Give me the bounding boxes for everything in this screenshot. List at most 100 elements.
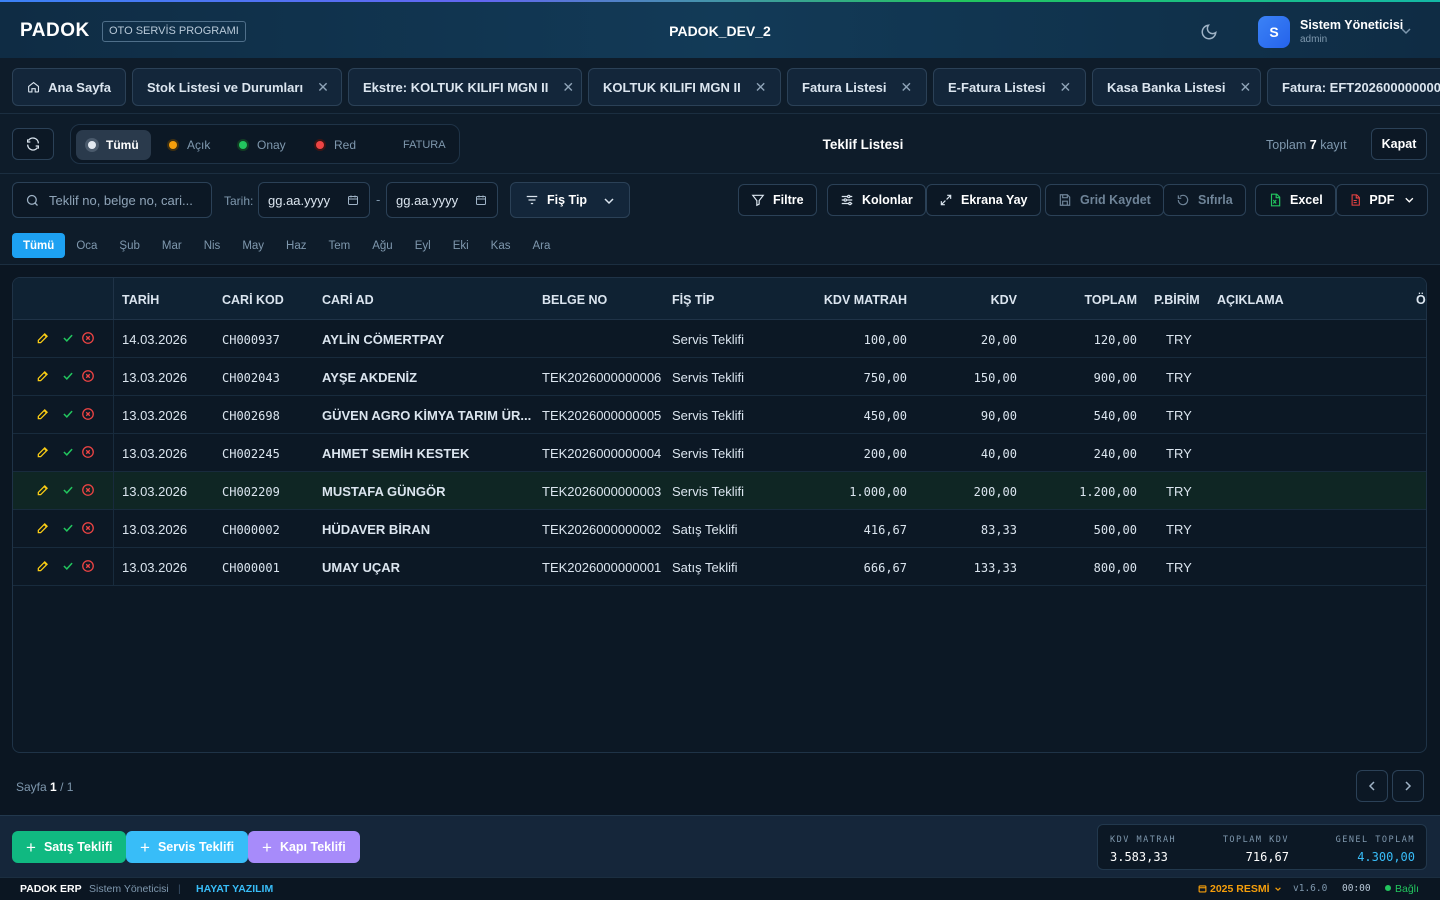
column-header-tarih[interactable]: TARİH: [122, 293, 159, 307]
approve-icon[interactable]: [61, 331, 75, 345]
table-row[interactable]: 13.03.2026 CH002043 AYŞE AKDENİZ TEK2026000…: [13, 358, 1426, 396]
reject-icon[interactable]: [81, 445, 95, 459]
new-service-offer-button[interactable]: + Servis Teklifi: [126, 831, 249, 863]
month-agu[interactable]: Ağu: [361, 233, 403, 258]
prev-page-button[interactable]: [1356, 770, 1388, 802]
month-ara[interactable]: Ara: [522, 233, 562, 258]
tab-stok-listesi[interactable]: Stok Listesi ve Durumları ✕: [132, 68, 342, 106]
reject-icon[interactable]: [81, 407, 95, 421]
approve-icon[interactable]: [61, 407, 75, 421]
cell-cari-ad: MUSTAFA GÜNGÖR: [322, 484, 446, 499]
tab-fatura-detay[interactable]: Fatura: EFT2026000000005: [1267, 68, 1440, 106]
calendar-icon[interactable]: [347, 194, 359, 206]
new-door-offer-button[interactable]: + Kapı Teklifi: [248, 831, 360, 863]
fit-screen-button[interactable]: Ekrana Yay: [926, 184, 1041, 216]
row-actions: [13, 358, 114, 396]
calendar-icon[interactable]: [475, 194, 487, 206]
tab-ekstre[interactable]: Ekstre: KOLTUK KILIFI MGN II ✕: [348, 68, 582, 106]
user-avatar[interactable]: S: [1258, 16, 1290, 48]
tab-fatura-listesi[interactable]: Fatura Listesi ✕: [787, 68, 927, 106]
genel-toplam-value: 4.300,00: [1357, 850, 1415, 864]
month-eki[interactable]: Eki: [442, 233, 480, 258]
cell-tarih: 13.03.2026: [122, 370, 188, 385]
close-button[interactable]: Kapat: [1371, 128, 1427, 160]
column-header-kdv[interactable]: KDV: [991, 293, 1017, 307]
month-tumu[interactable]: Tümü: [12, 233, 66, 258]
close-icon[interactable]: ✕: [901, 79, 913, 96]
month-mar[interactable]: Mar: [151, 233, 193, 258]
edit-icon[interactable]: [36, 331, 50, 345]
column-header-cari-kod[interactable]: CARİ KOD: [222, 293, 284, 307]
tab-label: E-Fatura Listesi: [948, 79, 1046, 95]
close-icon[interactable]: ✕: [755, 79, 767, 96]
column-header-kdv-matrah[interactable]: KDV MATRAH: [824, 293, 907, 307]
reject-icon[interactable]: [81, 559, 95, 573]
approve-icon[interactable]: [61, 559, 75, 573]
column-header-fis-tip[interactable]: FİŞ TİP: [672, 293, 714, 307]
edit-icon[interactable]: [36, 369, 50, 383]
column-header-aciklama[interactable]: AÇIKLAMA: [1217, 293, 1284, 307]
month-kas[interactable]: Kas: [480, 233, 522, 258]
button-label: Servis Teklifi: [157, 840, 235, 854]
cell-kdv: 83,33: [980, 523, 1017, 537]
close-icon[interactable]: ✕: [562, 79, 574, 96]
excel-button[interactable]: Excel: [1255, 184, 1336, 216]
fis-tip-dropdown[interactable]: Fiş Tip: [510, 182, 630, 218]
reject-icon[interactable]: [81, 521, 95, 535]
new-sales-offer-button[interactable]: + Satış Teklifi: [12, 831, 127, 863]
period-selector[interactable]: 2025 RESMİ: [1198, 883, 1282, 895]
edit-icon[interactable]: [36, 483, 50, 497]
table-row[interactable]: 13.03.2026 CH002698 GÜVEN AGRO KİMYA TARIM…: [13, 396, 1426, 434]
month-nis[interactable]: Nis: [193, 233, 232, 258]
tab-koltuk-kilifi[interactable]: KOLTUK KILIFI MGN II ✕: [588, 68, 781, 106]
approve-icon[interactable]: [61, 445, 75, 459]
table-row[interactable]: 14.03.2026 CH000937 AYLİN CÖMERTPAY Servis …: [13, 320, 1426, 358]
column-header-cari-ad[interactable]: CARİ AD: [322, 293, 374, 307]
approve-icon[interactable]: [61, 483, 75, 497]
edit-icon[interactable]: [36, 445, 50, 459]
chevron-down-icon[interactable]: [1400, 26, 1412, 36]
month-eyl[interactable]: Eyl: [404, 233, 442, 258]
next-page-button[interactable]: [1392, 770, 1424, 802]
table-row[interactable]: 13.03.2026 CH002209 MUSTAFA GÜNGÖR TEK20260…: [13, 472, 1426, 510]
tab-e-fatura-listesi[interactable]: E-Fatura Listesi ✕: [933, 68, 1086, 106]
status-company[interactable]: HAYAT YAZILIM: [196, 883, 273, 895]
save-grid-button[interactable]: Grid Kaydet: [1045, 184, 1164, 216]
reset-button[interactable]: Sıfırla: [1163, 184, 1246, 216]
search-input[interactable]: [49, 183, 194, 217]
close-icon[interactable]: ✕: [1060, 79, 1072, 96]
month-tem[interactable]: Tem: [318, 233, 362, 258]
month-may[interactable]: May: [231, 233, 275, 258]
edit-icon[interactable]: [36, 407, 50, 421]
close-icon[interactable]: ✕: [317, 79, 329, 96]
pdf-button[interactable]: PDF: [1336, 184, 1428, 216]
table-row[interactable]: 13.03.2026 CH000001 UMAY UÇAR TEK2026000000…: [13, 548, 1426, 586]
user-name[interactable]: Sistem Yöneticisi: [1300, 18, 1403, 32]
approve-icon[interactable]: [61, 369, 75, 383]
column-header-p-birim[interactable]: P.BİRİM: [1154, 293, 1200, 307]
columns-button[interactable]: Kolonlar: [827, 184, 926, 216]
date-to-field[interactable]: gg.aa.yyyy: [386, 182, 498, 218]
table-row[interactable]: 13.03.2026 CH000002 HÜDAVER BİRAN TEK202600…: [13, 510, 1426, 548]
approve-icon[interactable]: [61, 521, 75, 535]
filter-button[interactable]: Filtre: [738, 184, 817, 216]
reject-icon[interactable]: [81, 483, 95, 497]
column-header-extra[interactable]: Ö: [1416, 293, 1426, 307]
tab-label: KOLTUK KILIFI MGN II: [603, 79, 741, 95]
column-header-toplam[interactable]: TOPLAM: [1084, 293, 1137, 307]
cell-belge-no: TEK2026000000003: [542, 484, 662, 499]
month-oca[interactable]: Oca: [65, 233, 108, 258]
reject-icon[interactable]: [81, 369, 95, 383]
close-icon[interactable]: ✕: [1240, 79, 1252, 96]
month-haz[interactable]: Haz: [275, 233, 317, 258]
edit-icon[interactable]: [36, 559, 50, 573]
moon-icon[interactable]: [1200, 23, 1218, 41]
tab-kasa-banka-listesi[interactable]: Kasa Banka Listesi ✕: [1092, 68, 1261, 106]
date-from-field[interactable]: gg.aa.yyyy: [258, 182, 370, 218]
tab-ana-sayfa[interactable]: Ana Sayfa: [12, 68, 126, 106]
month-sub[interactable]: Şub: [108, 233, 150, 258]
reject-icon[interactable]: [81, 331, 95, 345]
edit-icon[interactable]: [36, 521, 50, 535]
column-header-belge-no[interactable]: BELGE NO: [542, 293, 607, 307]
table-row[interactable]: 13.03.2026 CH002245 AHMET SEMİH KESTEK TEK2…: [13, 434, 1426, 472]
